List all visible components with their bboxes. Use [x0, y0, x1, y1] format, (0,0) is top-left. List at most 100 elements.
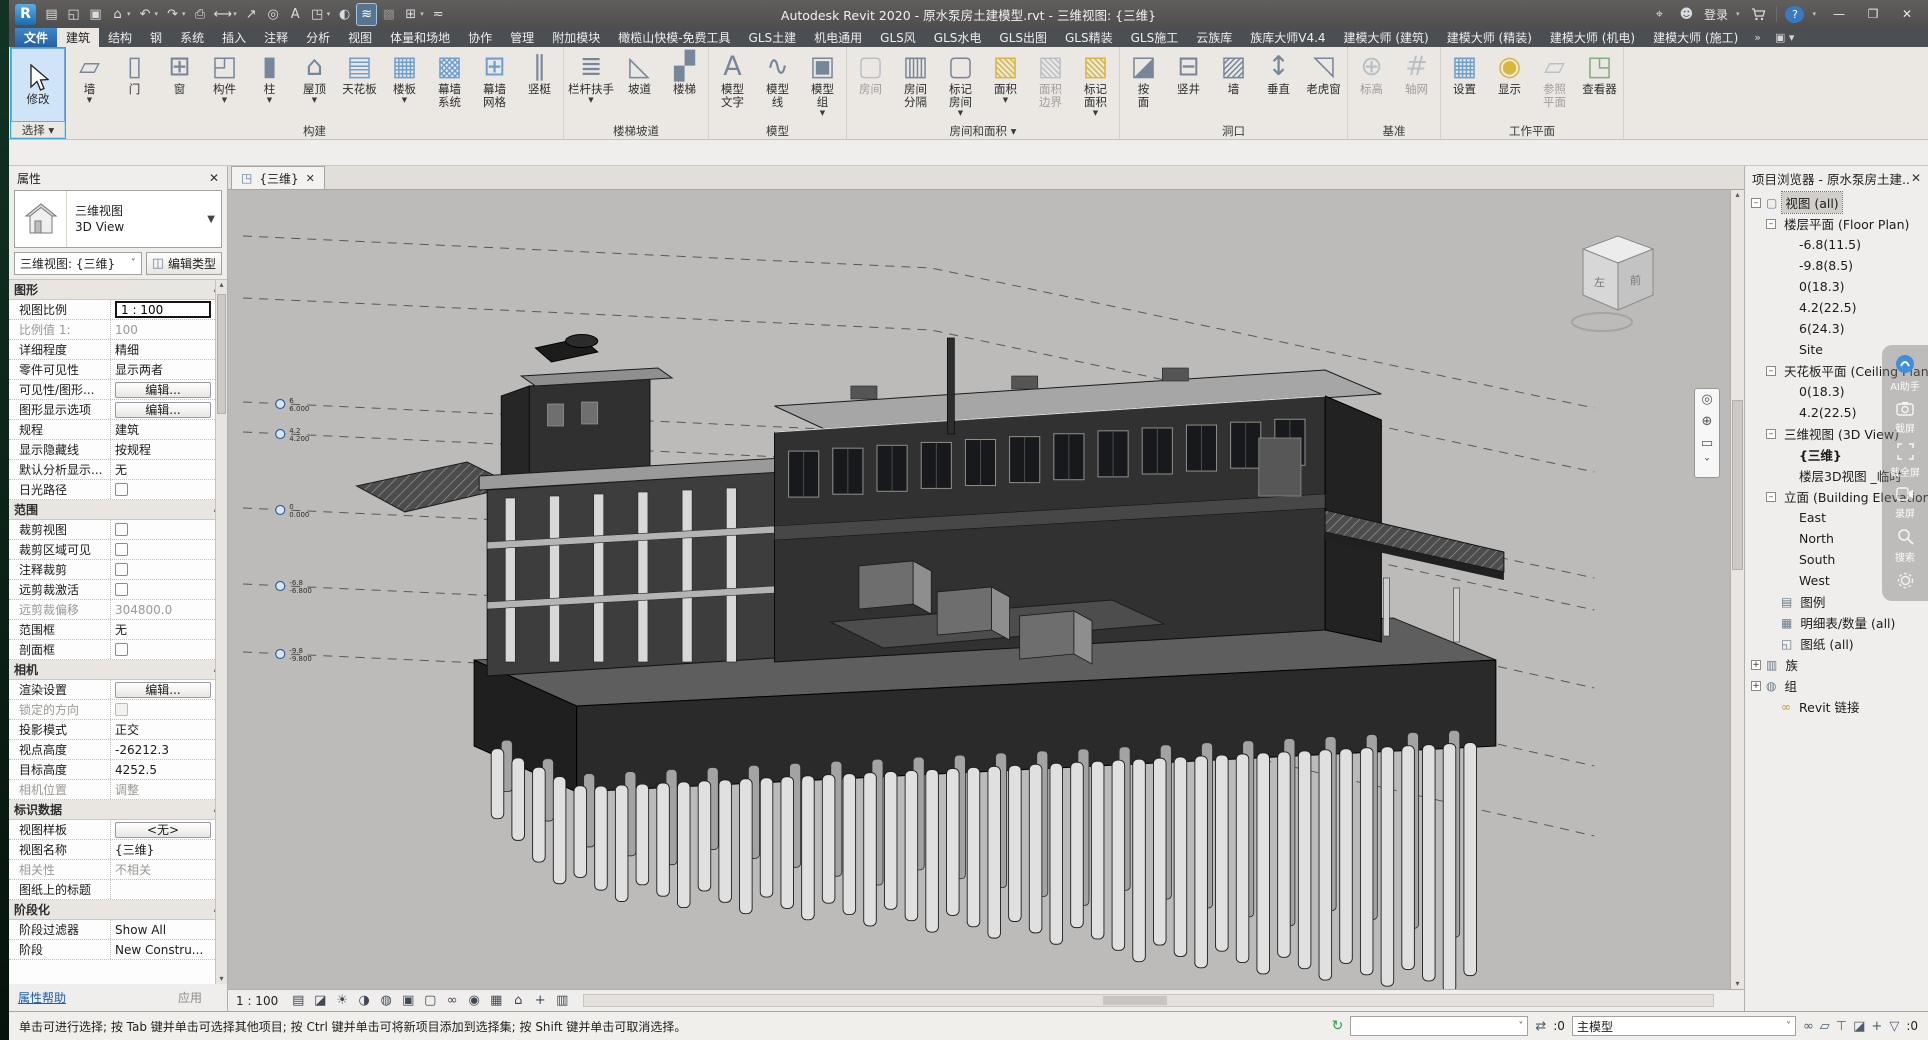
- property-value[interactable]: 4252.5: [115, 763, 157, 777]
- panel-caption[interactable]: 模型: [710, 122, 845, 139]
- tab-协作[interactable]: 协作: [459, 28, 501, 47]
- property-value[interactable]: 显示两者: [115, 361, 163, 378]
- tab-插入[interactable]: 插入: [213, 28, 255, 47]
- ribbon-button-模型线[interactable]: ∿模型 线: [755, 48, 800, 122]
- property-value[interactable]: 建筑: [115, 421, 139, 438]
- horizontal-scrollbar-thumb[interactable]: [1103, 996, 1167, 1005]
- tab-建筑[interactable]: 建筑: [57, 28, 99, 47]
- edit-button[interactable]: 编辑...: [115, 382, 211, 398]
- switch-windows-dropdown-icon[interactable]: ▾: [420, 10, 424, 18]
- customize-qat-icon[interactable]: ≂: [429, 4, 448, 25]
- ribbon-button-按面[interactable]: ◪按 面: [1121, 48, 1166, 122]
- property-value[interactable]: {三维}: [115, 841, 154, 858]
- thin-lines-icon[interactable]: ≋: [357, 4, 376, 25]
- detail-level-icon[interactable]: ▤: [288, 993, 308, 1008]
- tab-附加模块[interactable]: 附加模块: [543, 28, 609, 47]
- design-options-combo[interactable]: 主模型 ˅: [1572, 1016, 1796, 1036]
- switch-windows-icon[interactable]: ⊞: [401, 4, 420, 25]
- tab-建模大师 (建筑)[interactable]: 建模大师 (建筑): [1335, 28, 1438, 47]
- tab-建模大师 (施工)[interactable]: 建模大师 (施工): [1644, 28, 1747, 47]
- ribbon-button-屋顶[interactable]: ⌂屋顶▼: [292, 48, 337, 122]
- property-value[interactable]: 精细: [115, 341, 139, 358]
- panel-caption[interactable]: 洞口: [1121, 122, 1346, 139]
- shadows-icon[interactable]: ◑: [354, 993, 374, 1008]
- property-input[interactable]: 1 : 100: [115, 301, 211, 318]
- view-instance-combo[interactable]: 三维视图: {三维} ˅: [14, 252, 142, 275]
- view-scale-button[interactable]: 1 : 100: [233, 994, 285, 1008]
- ribbon-button-显示[interactable]: ◉显示: [1487, 48, 1532, 122]
- property-checkbox[interactable]: [115, 563, 128, 576]
- ribbon-button-楼梯[interactable]: ▞楼梯: [662, 48, 707, 122]
- tab-建模大师 (机电)[interactable]: 建模大师 (机电): [1541, 28, 1644, 47]
- tab-overflow-icon[interactable]: »: [1747, 28, 1768, 47]
- tree-item-视图 (all)[interactable]: –▢视图 (all): [1745, 192, 1928, 213]
- edit-button[interactable]: 编辑...: [115, 402, 211, 418]
- ai-fullscreen-button[interactable]: 截全屏: [1890, 443, 1920, 479]
- tree-item-组[interactable]: +◍组: [1745, 675, 1928, 696]
- property-section-阶段化[interactable]: 阶段化∧: [9, 900, 227, 920]
- temporary-hide-isolate-icon[interactable]: ∞: [442, 993, 462, 1008]
- vertical-scrollbar[interactable]: ▴▾: [1730, 190, 1744, 989]
- collapse-box-icon[interactable]: –: [1766, 219, 1776, 229]
- ribbon-button-标记房间[interactable]: ▢标记 房间▼: [938, 48, 983, 122]
- show-crop-region-icon[interactable]: ▢: [420, 993, 440, 1008]
- text-icon[interactable]: A: [286, 4, 305, 25]
- ribbon-button-幕墙系统[interactable]: ▩幕墙 系统: [427, 48, 472, 122]
- tree-item-族[interactable]: +▥族: [1745, 654, 1928, 675]
- default-3d-view-icon[interactable]: ◳: [308, 4, 327, 25]
- property-value[interactable]: Show All: [115, 923, 166, 937]
- ribbon-button-栏杆扶手[interactable]: ≣栏杆扶手▼: [565, 48, 617, 122]
- apply-button[interactable]: 应用: [162, 987, 218, 1008]
- tree-item-0(18.3)[interactable]: 0(18.3): [1745, 276, 1928, 297]
- properties-help-link[interactable]: 属性帮助: [18, 989, 66, 1006]
- edit-button[interactable]: 编辑...: [115, 682, 211, 698]
- property-value[interactable]: New Constru...: [115, 943, 203, 957]
- property-checkbox[interactable]: [115, 523, 128, 536]
- property-checkbox[interactable]: [115, 543, 128, 556]
- ai-assistant-widget[interactable]: AI助手截屏截全屏录屏搜索: [1882, 345, 1928, 601]
- measure-dropdown-icon[interactable]: ▾: [233, 10, 237, 18]
- steering-wheel-icon[interactable]: ◎: [1701, 393, 1712, 407]
- tab-管理[interactable]: 管理: [501, 28, 543, 47]
- ai-logo-button[interactable]: AI助手: [1890, 354, 1920, 393]
- undo-dropdown-icon[interactable]: ▾: [155, 10, 159, 18]
- home-icon[interactable]: ⌂: [108, 4, 127, 25]
- expand-box-icon[interactable]: +: [1751, 681, 1761, 691]
- tab-GLS水电[interactable]: GLS水电: [925, 28, 991, 47]
- ribbon-button-查看器[interactable]: ◳查看器: [1577, 48, 1622, 122]
- ribbon-button-标记面积[interactable]: ▧标记 面积▼: [1073, 48, 1118, 122]
- revit-logo-icon[interactable]: R: [15, 4, 36, 25]
- ribbon-button-坡道[interactable]: ◺坡道: [617, 48, 662, 122]
- reveal-hidden-elements-icon[interactable]: ◉: [464, 993, 484, 1008]
- tab-GLS土建[interactable]: GLS土建: [740, 28, 806, 47]
- panel-caption[interactable]: 楼梯坡道: [565, 122, 707, 139]
- save-icon[interactable]: ▣: [86, 4, 105, 25]
- tab-族库大师V4.4[interactable]: 族库大师V4.4: [1241, 28, 1334, 47]
- properties-scrollbar[interactable]: ▴▾: [215, 280, 227, 984]
- tree-item-楼层平面 (Floor Plan)[interactable]: –楼层平面 (Floor Plan): [1745, 213, 1928, 234]
- worksharing-status-icon[interactable]: ↻: [1332, 1018, 1344, 1034]
- ribbon-button-竖井[interactable]: ⊟竖井: [1166, 48, 1211, 122]
- collapse-box-icon[interactable]: –: [1766, 492, 1776, 502]
- print-icon[interactable]: ⎙: [191, 4, 210, 25]
- section-icon[interactable]: ◐: [335, 4, 354, 25]
- ribbon-display-toggle-icon[interactable]: ▣ ▾: [1768, 28, 1801, 47]
- ribbon-button-墙[interactable]: ▨墙: [1211, 48, 1256, 122]
- property-value[interactable]: 正交: [115, 721, 139, 738]
- tree-item-6(24.3)[interactable]: 6(24.3): [1745, 318, 1928, 339]
- properties-close-icon[interactable]: ✕: [209, 171, 219, 185]
- sun-path-icon[interactable]: ☀: [332, 993, 352, 1008]
- tree-item-图纸 (all)[interactable]: ◱图纸 (all): [1745, 633, 1928, 654]
- aligned-dimension-icon[interactable]: ↗: [242, 4, 261, 25]
- vertical-scrollbar-thumb[interactable]: [1732, 400, 1743, 570]
- panel-caption[interactable]: 基准: [1349, 122, 1439, 139]
- ribbon-button-设置[interactable]: ▦设置: [1442, 48, 1487, 122]
- login-label[interactable]: 登录: [1704, 6, 1728, 23]
- collapse-box-icon[interactable]: –: [1751, 198, 1761, 208]
- ai-camera-button[interactable]: 截屏: [1895, 401, 1915, 435]
- ribbon-button-窗[interactable]: ⊞窗: [157, 48, 202, 122]
- home-dropdown-icon[interactable]: ▾: [127, 10, 131, 18]
- search-icon[interactable]: ⌖: [1650, 4, 1669, 25]
- ribbon-button-房间分隔[interactable]: ▥房间 分隔: [893, 48, 938, 122]
- temporary-view-properties-icon[interactable]: ▦: [486, 993, 506, 1008]
